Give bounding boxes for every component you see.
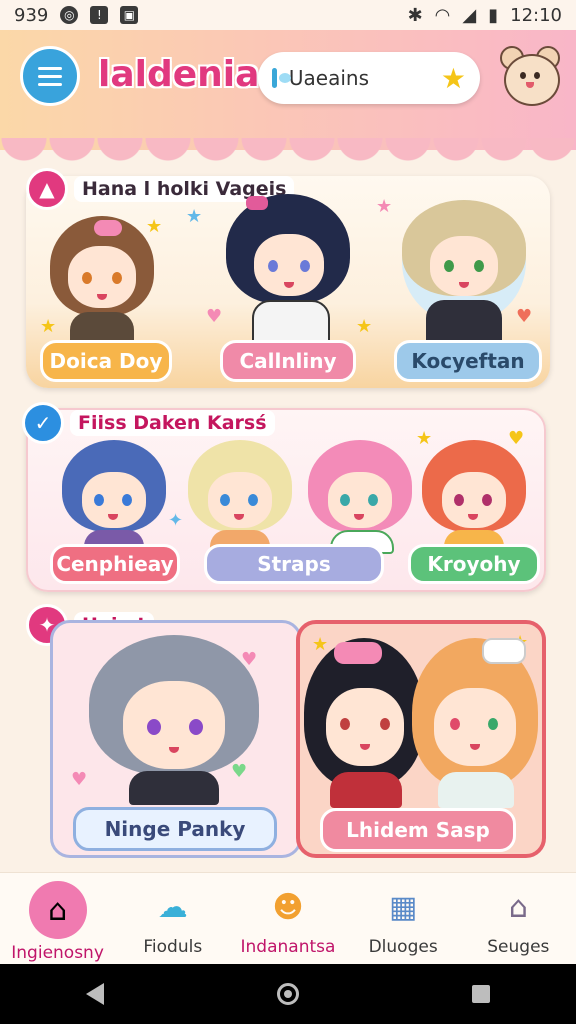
nav-item-home[interactable]: ⌂ Ingienosny xyxy=(3,881,113,963)
signal-icon: ◢ xyxy=(462,4,477,26)
character-portrait[interactable] xyxy=(62,440,166,550)
calendar-icon: ▦ xyxy=(388,889,418,925)
bow-icon xyxy=(94,220,122,236)
character-portrait[interactable] xyxy=(422,440,526,550)
character-portrait[interactable] xyxy=(226,194,350,348)
character-label[interactable]: Kroyohy xyxy=(408,544,540,584)
character-portrait[interactable] xyxy=(308,440,412,554)
nav-label: Indanantsa xyxy=(240,937,336,957)
section-hoimt: ✦ Hoimt ♥ ♥ ♥ Ninge Panky ★ ★ xyxy=(26,602,550,864)
nav-item-characters[interactable]: ☻ Indanantsa xyxy=(233,881,343,958)
home-circle-icon[interactable] xyxy=(276,983,299,1005)
character-portrait[interactable] xyxy=(50,216,154,346)
notification-icon: ! xyxy=(90,6,109,24)
star-icon: ★ xyxy=(186,206,203,227)
hamburger-icon xyxy=(38,66,62,86)
bow-icon xyxy=(246,196,268,210)
witch-hat-icon: ▲ xyxy=(26,168,68,210)
wifi-icon: ◠ xyxy=(434,4,451,26)
star-icon: ✦ xyxy=(168,510,184,531)
blob-friend-icon: ☁ xyxy=(157,889,188,925)
character-card[interactable]: ★ ★ Lhidem Sasp xyxy=(296,620,546,858)
character-label[interactable]: Cenphieay xyxy=(50,544,180,584)
header-scallop xyxy=(0,138,576,162)
section-friends: ✓ Fiiss Daken Karsś ★ ♥ ✦ Cenphieay Stra… xyxy=(22,402,546,592)
status-bar: 939 ◎ ! ▣ ✱ ◠ ◢ ▮ 12:10 xyxy=(0,0,576,30)
star-icon: ★ xyxy=(356,316,373,337)
nav-label: Ingienosny xyxy=(11,943,104,963)
character-label[interactable]: Callnliny xyxy=(220,340,356,382)
character-label[interactable]: Ninge Panky xyxy=(73,807,277,851)
check-icon: ✓ xyxy=(22,402,64,444)
recent-apps-icon[interactable] xyxy=(471,985,490,1003)
character-portrait xyxy=(89,635,259,805)
character-portrait[interactable] xyxy=(188,440,292,550)
nav-item-calendar[interactable]: ▦ Dluoges xyxy=(348,881,458,958)
star-icon[interactable]: ★ xyxy=(441,62,466,95)
nav-label: Dluoges xyxy=(368,937,438,957)
character-portrait[interactable] xyxy=(402,200,526,350)
character-card[interactable]: ♥ ♥ ♥ Ninge Panky xyxy=(50,620,302,858)
clock-time: 12:10 xyxy=(510,4,562,26)
nav-label: Fioduls xyxy=(143,937,203,957)
sync-icon: ◎ xyxy=(60,6,79,24)
character-portrait xyxy=(304,638,424,808)
app-title: laldenia xyxy=(98,54,260,95)
character-label[interactable]: Straps xyxy=(204,544,384,584)
search-bar[interactable]: ★ xyxy=(258,52,480,104)
search-input[interactable] xyxy=(286,65,431,91)
star-icon: ★ xyxy=(376,196,393,217)
smiley-icon: ☻ xyxy=(272,889,304,925)
menu-button[interactable] xyxy=(20,46,80,106)
bottom-navigation: ⌂ Ingienosny ☁ Fioduls ☻ Indanantsa ▦ Dl… xyxy=(0,872,576,964)
battery-icon: ▮ xyxy=(488,4,499,26)
character-label[interactable]: Lhidem Sasp xyxy=(320,808,516,852)
back-icon[interactable] xyxy=(86,983,105,1005)
heart-icon: ♥ xyxy=(71,769,88,790)
character-label[interactable]: Doica Doy xyxy=(40,340,172,382)
nav-label: Seuges xyxy=(487,937,550,957)
nav-item-friends[interactable]: ☁ Fioduls xyxy=(118,881,228,958)
photo-icon: ▣ xyxy=(120,6,139,24)
bluetooth-icon: ✱ xyxy=(407,4,423,26)
bow-icon xyxy=(482,638,526,664)
nav-item-settings[interactable]: ⌂ Seuges xyxy=(463,881,573,958)
section-title: Fiiss Daken Karsś xyxy=(70,410,275,436)
character-label[interactable]: Kocyeftan xyxy=(394,340,542,382)
section-featured: ▲ Hana l holki Vageis ★ ★ ★ ♥ ★ ♥ ★ Doic… xyxy=(26,168,550,388)
home-icon: ⌂ xyxy=(28,881,87,939)
app-header: laldenia ★ xyxy=(0,30,576,162)
bow-icon xyxy=(334,642,382,664)
search-gem-icon xyxy=(272,68,291,88)
bear-icon[interactable] xyxy=(498,42,562,110)
character-portrait xyxy=(412,638,538,808)
heart-icon: ♥ xyxy=(206,306,223,327)
status-left-text: 939 xyxy=(14,4,49,26)
system-navigation-bar xyxy=(0,964,576,1024)
house-settings-icon: ⌂ xyxy=(508,889,528,925)
